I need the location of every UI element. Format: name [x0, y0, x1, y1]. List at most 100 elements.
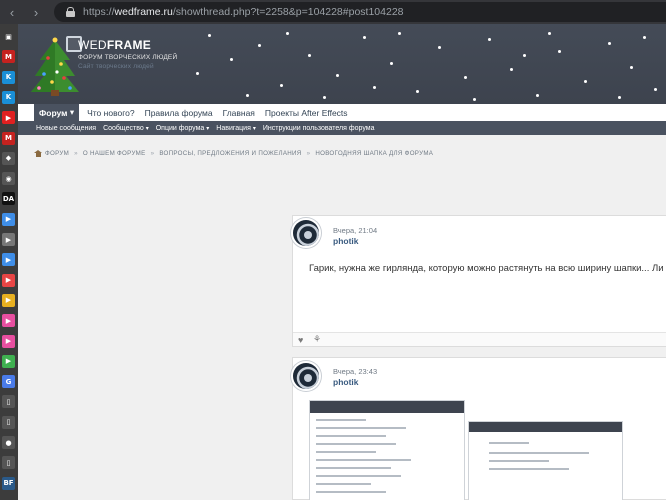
- document3-icon[interactable]: ▯: [2, 456, 15, 470]
- snowflake-icon: [398, 32, 401, 35]
- post-text: Гарик, нужна же гирлянда, которую можно …: [309, 263, 664, 274]
- player-green-icon[interactable]: ▶: [2, 354, 15, 368]
- kinopoisk-alt-icon[interactable]: K: [2, 90, 15, 104]
- post-actions: ♥ ⚘: [293, 332, 666, 346]
- snowflake-icon: [286, 32, 289, 35]
- player-pink2-icon[interactable]: ▶: [2, 334, 15, 348]
- snowflake-icon: [630, 66, 633, 69]
- extension-sidebar: ▣ M K K ▶ M ◆ ◉ DA ▶ ▶ ▶ ▶ ▶ ▶ ▶ ▶ G ▯ ▯ ● ▯ BF: [0, 24, 18, 500]
- gmail-icon[interactable]: M: [2, 50, 15, 64]
- back-icon[interactable]: ‹: [0, 0, 24, 24]
- snowflake-icon: [618, 96, 621, 99]
- thanks-icon[interactable]: ⚘: [313, 334, 321, 345]
- snowflake-icon: [473, 98, 476, 101]
- player-blue-icon[interactable]: ▶: [2, 212, 15, 226]
- snowflake-icon: [246, 94, 249, 97]
- snowflake-icon: [536, 94, 539, 97]
- snowflake-icon: [608, 42, 611, 45]
- subnav-forum-options[interactable]: Опции форума ▾: [156, 125, 217, 132]
- post: Вчера, 23:43 photik: [292, 357, 666, 500]
- chevron-down-icon: ▾: [69, 107, 75, 117]
- url-field[interactable]: https://wedframe.ru/showthread.php?t=225…: [54, 2, 666, 22]
- breadcrumb-questions[interactable]: ВОПРОСЫ, ПРЕДЛОЖЕНИЯ И ПОЖЕЛАНИЯ: [159, 150, 301, 157]
- attached-screenshot-thumbnail[interactable]: [468, 421, 623, 500]
- tab-forum[interactable]: Форум ▾: [34, 104, 80, 121]
- snowflake-icon: [390, 62, 393, 65]
- chevron-down-icon: ▾: [206, 125, 210, 132]
- subnav-community[interactable]: Сообщество ▾: [103, 125, 156, 132]
- snowflake-icon: [258, 44, 261, 47]
- breadcrumb-forum[interactable]: ФОРУМ: [45, 150, 69, 157]
- speaker-icon[interactable]: ◉: [2, 172, 15, 186]
- snowflake-icon: [323, 96, 326, 99]
- document2-icon[interactable]: ▯: [2, 415, 15, 429]
- youtube-icon[interactable]: ▶: [2, 111, 15, 125]
- avatar[interactable]: [291, 218, 321, 248]
- tab-forum-rules[interactable]: Правила форума: [140, 104, 218, 121]
- like-icon[interactable]: ♥: [298, 335, 303, 345]
- chevron-down-icon: ▾: [145, 125, 149, 132]
- snowflake-icon: [438, 46, 441, 49]
- forward-icon[interactable]: ›: [24, 0, 48, 24]
- snowflake-icon: [558, 50, 561, 53]
- snowflake-icon: [363, 36, 366, 39]
- subnav-navigation[interactable]: Навигация ▾: [216, 125, 263, 132]
- tab-strip-icon[interactable]: ▣: [2, 30, 15, 43]
- snowflake-icon: [336, 74, 339, 77]
- deviantart-icon[interactable]: DA: [2, 192, 15, 206]
- snowflake-icon: [643, 36, 646, 39]
- translate-icon[interactable]: G: [2, 375, 15, 389]
- logo-subtitle-faded: Сайт творческих людей: [78, 63, 154, 70]
- gmail-alt-icon[interactable]: M: [2, 131, 15, 145]
- github-icon[interactable]: ●: [2, 436, 15, 449]
- avatar[interactable]: [291, 361, 321, 391]
- player-pink-icon[interactable]: ▶: [2, 314, 15, 328]
- tab-home[interactable]: Главная: [218, 104, 260, 121]
- post-username[interactable]: photik: [333, 236, 359, 246]
- logo-title: WEDFRAME: [78, 38, 152, 52]
- breadcrumb-separator: »: [150, 149, 155, 157]
- breadcrumb-about-forum[interactable]: О НАШЕМ ФОРУМЕ: [83, 150, 146, 157]
- game-icon[interactable]: ◆: [2, 151, 15, 165]
- subnav-new-posts[interactable]: Новые сообщения: [36, 125, 103, 132]
- player-blue2-icon[interactable]: ▶: [2, 253, 15, 267]
- post: Вчера, 21:04 photik Гарик, нужна же гирл…: [292, 215, 666, 347]
- binance-icon[interactable]: BF: [2, 476, 15, 490]
- post-date: Вчера, 23:43: [333, 367, 378, 376]
- snowflake-icon: [308, 54, 311, 57]
- breadcrumb-separator: »: [306, 149, 311, 157]
- post-username[interactable]: photik: [333, 377, 359, 387]
- lock-icon[interactable]: [66, 7, 75, 17]
- snowflake-icon: [196, 72, 199, 75]
- subnav-user-instructions[interactable]: Инструкции пользователя форума: [263, 125, 382, 132]
- snowflake-icon: [488, 38, 491, 41]
- browser-address-bar: ‹ › https://wedframe.ru/showthread.php?t…: [0, 0, 666, 24]
- snowflake-icon: [280, 84, 283, 87]
- snowflake-icon: [230, 58, 233, 61]
- post-date: Вчера, 21:04: [333, 226, 378, 235]
- breadcrumb: ФОРУМ » О НАШЕМ ФОРУМЕ » ВОПРОСЫ, ПРЕДЛО…: [34, 148, 433, 158]
- forum-top-nav: Форум ▾ Что нового? Правила форума Главн…: [18, 104, 666, 121]
- player-yellow-icon[interactable]: ▶: [2, 293, 15, 307]
- forum-banner: WEDFRAME ФОРУМ ТВОРЧЕСКИХ ЛЮДЕЙ Сайт тво…: [18, 24, 666, 104]
- breadcrumb-separator: »: [74, 149, 78, 157]
- snowflake-icon: [416, 90, 419, 93]
- player-red-icon[interactable]: ▶: [2, 273, 15, 287]
- forum-logo[interactable]: WEDFRAME ФОРУМ ТВОРЧЕСКИХ ЛЮДЕЙ Сайт тво…: [30, 32, 190, 96]
- snowflake-icon: [510, 68, 513, 71]
- url-text[interactable]: https://wedframe.ru/showthread.php?t=225…: [83, 6, 404, 18]
- snowflake-icon: [373, 86, 376, 89]
- kinopoisk-icon[interactable]: K: [2, 70, 15, 84]
- snowflake-icon: [548, 32, 551, 35]
- breadcrumb-current-thread: НОВОГОДНЯЯ ШАПКА ДЛЯ ФОРУМА: [315, 149, 434, 157]
- document-icon[interactable]: ▯: [2, 395, 15, 409]
- snowflake-icon: [584, 80, 587, 83]
- tab-whats-new[interactable]: Что нового?: [82, 104, 140, 121]
- snowflake-icon: [464, 76, 467, 79]
- attached-screenshot-thumbnail[interactable]: [309, 400, 465, 500]
- player-grey-icon[interactable]: ▶: [2, 233, 15, 246]
- snowflake-icon: [523, 54, 526, 57]
- home-icon[interactable]: [34, 149, 42, 157]
- tab-after-effects-projects[interactable]: Проекты After Effects: [260, 104, 353, 121]
- snowflake-icon: [208, 34, 211, 37]
